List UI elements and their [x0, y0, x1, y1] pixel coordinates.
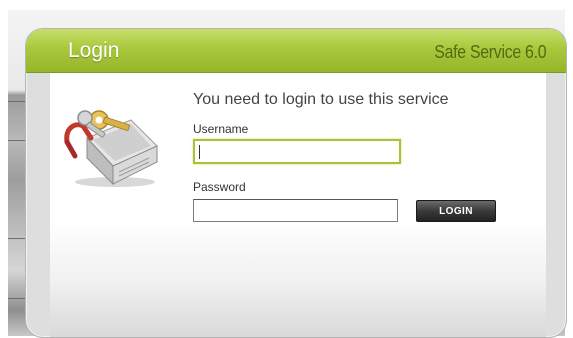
login-prompt: You need to login to use this service — [193, 91, 449, 108]
keys-and-lock-box-icon — [64, 110, 158, 187]
text-caret — [199, 145, 200, 159]
dialog-header: Login Safe Service 6.0 — [26, 29, 566, 73]
username-field[interactable] — [193, 139, 401, 164]
password-label: Password — [193, 180, 246, 194]
password-field[interactable] — [193, 199, 398, 222]
dialog-title: Login — [68, 39, 120, 62]
brand-label: Safe Service 6.0 — [433, 42, 546, 62]
login-button[interactable]: LOGIN — [416, 200, 496, 222]
username-label: Username — [193, 122, 249, 136]
